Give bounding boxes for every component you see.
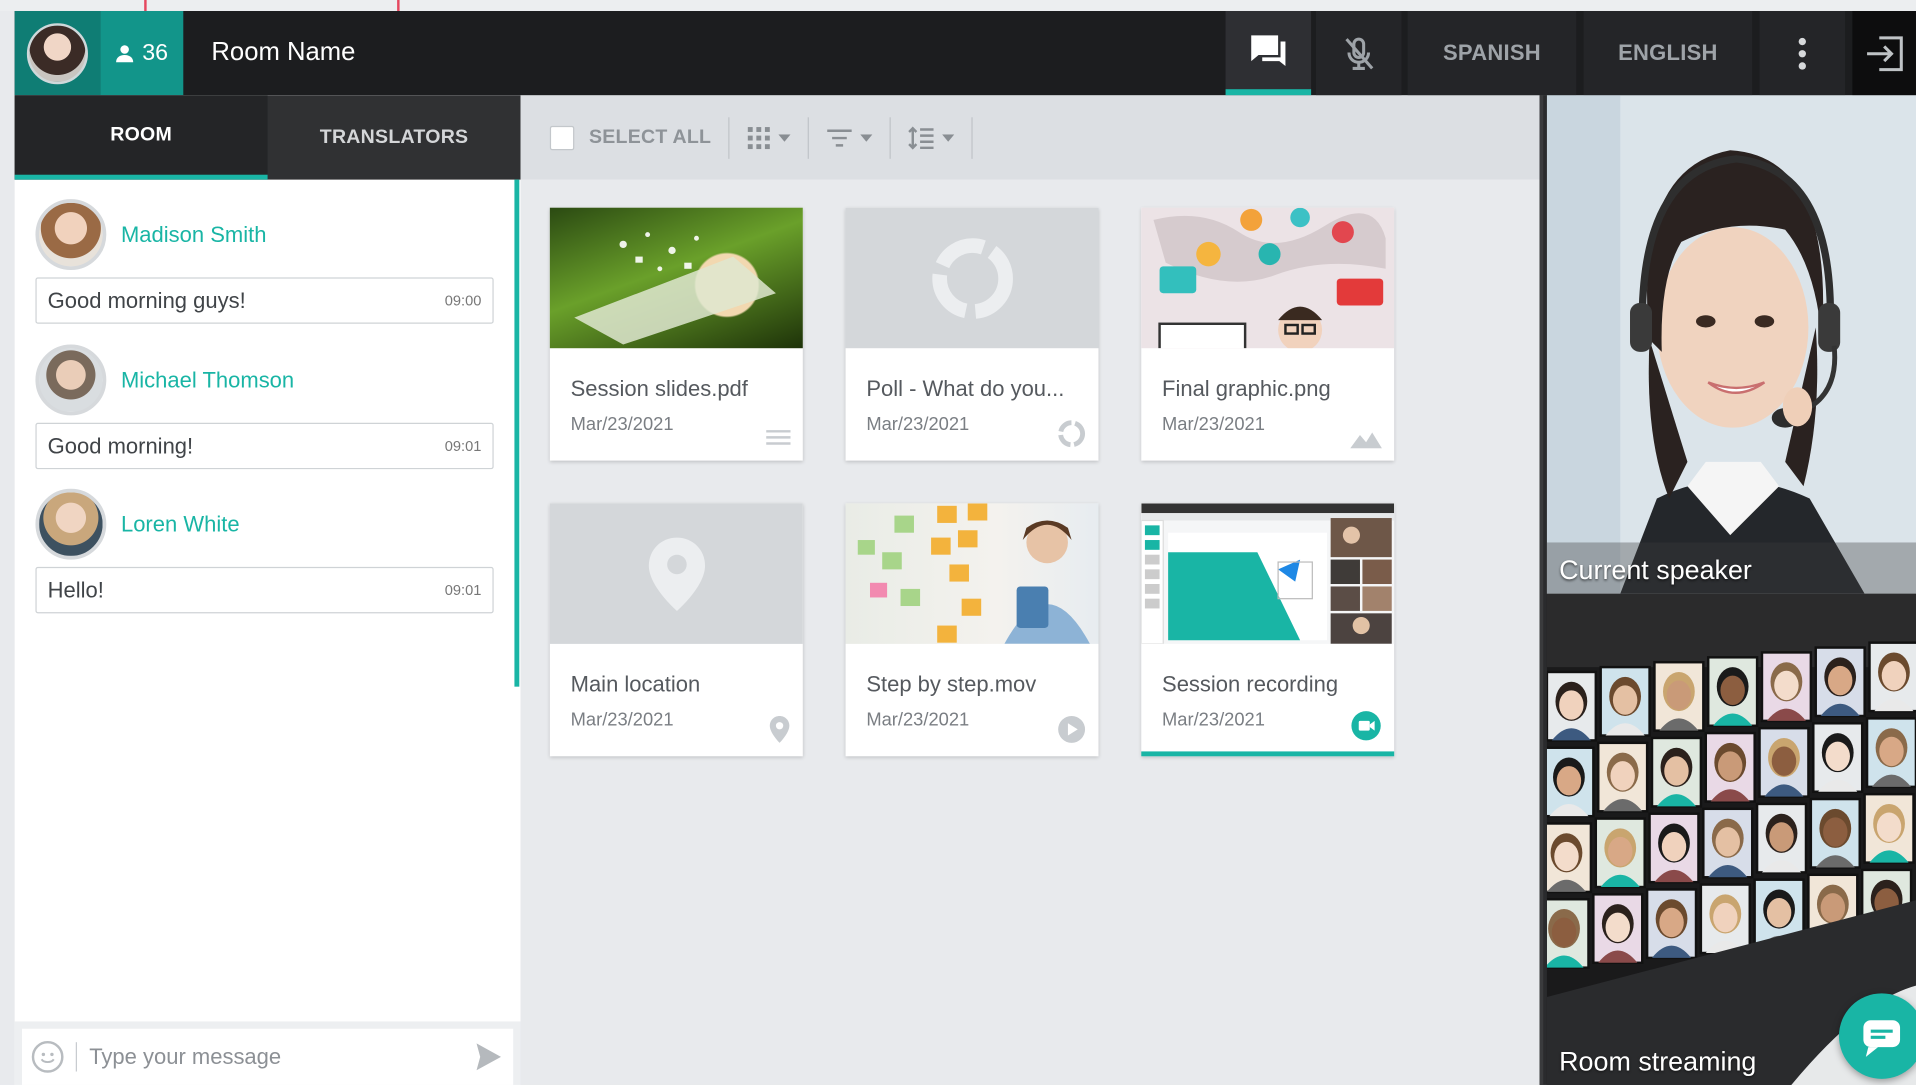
- image-icon: [1350, 432, 1382, 449]
- avatar[interactable]: [35, 488, 107, 560]
- file-name: Final graphic.png: [1162, 376, 1331, 401]
- user-avatar-button[interactable]: [14, 10, 101, 96]
- sort-icon: [908, 125, 934, 149]
- grid-view-dropdown[interactable]: [747, 125, 791, 149]
- mic-off-icon: [1345, 36, 1374, 70]
- file-name: Poll - What do you...: [866, 376, 1065, 401]
- room-name: Room Name: [211, 37, 356, 66]
- emoji-icon[interactable]: [31, 1040, 64, 1073]
- file-name: Session slides.pdf: [570, 376, 748, 401]
- exit-icon: [1867, 35, 1903, 71]
- file-date: Mar/23/2021: [1162, 709, 1265, 731]
- message-bubble: Good morning guys! 09:00: [35, 277, 494, 324]
- chat-message: Loren White Hello! 09:01: [35, 488, 494, 614]
- poll-icon: [1058, 420, 1086, 448]
- spanish-language-button[interactable]: SPANISH: [1407, 10, 1577, 96]
- header-bar: 36 Room Name SPANISH ENGLISH: [14, 10, 1916, 96]
- file-card[interactable]: Step by step.mov Mar/23/2021: [845, 503, 1099, 757]
- chevron-down-icon: [942, 133, 955, 142]
- sender-name[interactable]: Madison Smith: [121, 222, 266, 248]
- file-thumbnail: [1141, 503, 1395, 644]
- play-icon: [1058, 715, 1086, 743]
- message-time: 09:00: [444, 292, 482, 310]
- file-date: Mar/23/2021: [570, 709, 674, 731]
- message-text: Hello!: [47, 577, 104, 602]
- message-bubble: Hello! 09:01: [35, 566, 494, 614]
- file-grid: Session slides.pdf Mar/23/2021 Poll - Wh…: [520, 179, 1540, 1085]
- chat-toggle-button[interactable]: [1225, 10, 1312, 96]
- exit-room-button[interactable]: [1852, 10, 1916, 96]
- recording-icon: [1351, 711, 1381, 741]
- grid-view-icon: [747, 126, 770, 149]
- tab-room[interactable]: ROOM: [14, 95, 268, 180]
- file-card[interactable]: Main location Mar/23/2021: [549, 503, 803, 757]
- message-text: Good morning!: [47, 433, 194, 458]
- filter-dropdown[interactable]: [826, 128, 873, 148]
- message-time: 09:01: [444, 581, 482, 599]
- chat-panel: ROOM TRANSLATORS Madison Smith Good morn…: [14, 95, 521, 1085]
- person-icon: [116, 44, 134, 62]
- file-thumbnail: [549, 207, 803, 349]
- file-date: Mar/23/2021: [570, 414, 674, 435]
- more-vertical-icon: [1798, 37, 1806, 70]
- sort-dropdown[interactable]: [908, 125, 955, 149]
- file-thumbnail: [1141, 207, 1395, 349]
- video-panel: Current speaker Room streaming: [1539, 95, 1916, 1085]
- document-icon: [766, 430, 791, 445]
- message-text: Good morning guys!: [47, 287, 246, 313]
- files-toolbar: SELECT ALL: [520, 95, 1540, 180]
- file-thumbnail: [845, 503, 1099, 644]
- location-icon: [769, 715, 790, 743]
- more-options-button[interactable]: [1759, 10, 1846, 96]
- file-date: Mar/23/2021: [866, 709, 970, 731]
- current-speaker-video[interactable]: Current speaker: [1546, 95, 1916, 594]
- file-thumbnail: [845, 207, 1099, 349]
- file-name: Step by step.mov: [866, 671, 1037, 697]
- room-streaming-label: Room streaming: [1559, 1045, 1757, 1077]
- sender-name[interactable]: Michael Thomson: [121, 367, 294, 393]
- english-language-button[interactable]: ENGLISH: [1583, 10, 1753, 96]
- file-name: Session recording: [1162, 671, 1339, 697]
- file-card[interactable]: Final graphic.png Mar/23/2021: [1141, 207, 1395, 461]
- message-composer: [14, 1021, 521, 1085]
- sender-name[interactable]: Loren White: [121, 511, 240, 537]
- file-card[interactable]: Poll - What do you... Mar/23/2021: [845, 207, 1099, 461]
- message-time: 09:01: [444, 437, 482, 455]
- file-thumbnail: [549, 503, 803, 644]
- chat-bubble-icon: [1863, 1020, 1901, 1057]
- filter-icon: [827, 128, 852, 147]
- participant-count-badge[interactable]: 36: [100, 10, 184, 96]
- chat-message: Michael Thomson Good morning! 09:01: [35, 344, 494, 470]
- mute-microphone-button[interactable]: [1315, 10, 1402, 96]
- avatar[interactable]: [35, 344, 107, 416]
- chevron-down-icon: [778, 133, 791, 142]
- file-date: Mar/23/2021: [866, 414, 970, 435]
- file-name: Main location: [570, 671, 701, 697]
- send-icon[interactable]: [474, 1041, 503, 1073]
- message-bubble: Good morning! 09:01: [35, 422, 494, 470]
- chat-fab-button[interactable]: [1838, 993, 1916, 1079]
- file-date: Mar/23/2021: [1162, 414, 1265, 435]
- current-speaker-label: Current speaker: [1559, 554, 1752, 586]
- participant-count: 36: [142, 39, 169, 66]
- avatar: [26, 22, 88, 84]
- chat-message: Madison Smith Good morning guys! 09:00: [35, 199, 494, 324]
- file-card[interactable]: Session slides.pdf Mar/23/2021: [549, 207, 803, 461]
- avatar[interactable]: [35, 199, 107, 271]
- select-all-checkbox[interactable]: [549, 125, 575, 150]
- select-all-label[interactable]: SELECT ALL: [589, 126, 711, 148]
- message-input[interactable]: [89, 1044, 475, 1070]
- top-strip: [0, 0, 1916, 11]
- tab-translators[interactable]: TRANSLATORS: [268, 95, 521, 179]
- chat-scrollbar[interactable]: [514, 179, 520, 687]
- file-card-selected[interactable]: Session recording Mar/23/2021: [1141, 503, 1395, 757]
- chat-tabs: ROOM TRANSLATORS: [14, 95, 521, 180]
- chat-icon: [1251, 35, 1286, 66]
- chevron-down-icon: [860, 133, 873, 142]
- app-root: 36 Room Name SPANISH ENGLISH ROOM TRANSL…: [0, 0, 1916, 1085]
